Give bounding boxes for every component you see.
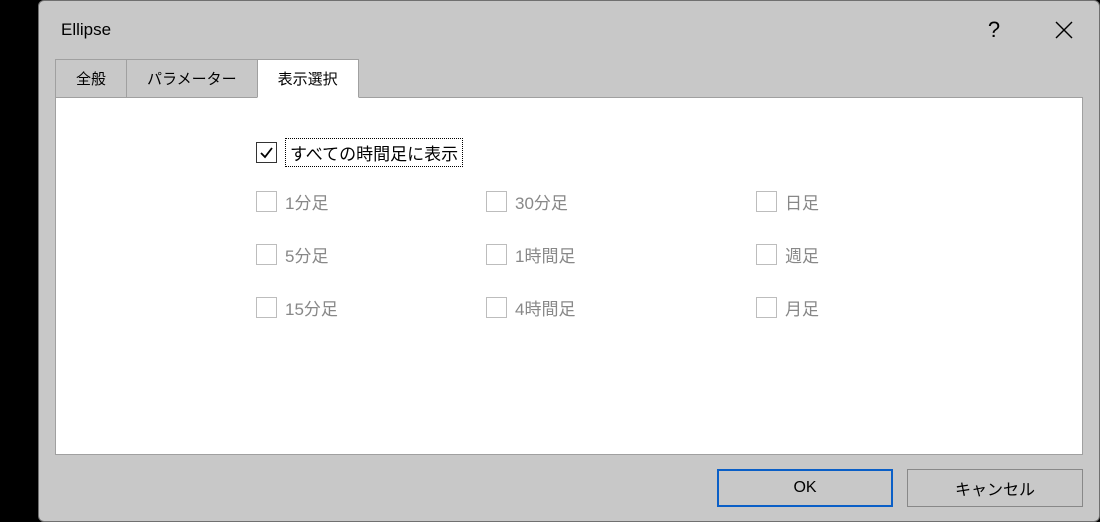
timeframe-checkbox-m5[interactable]: [256, 244, 277, 265]
timeframe-label: 15分足: [285, 295, 338, 320]
dialog-title: Ellipse: [61, 20, 959, 40]
tab-label: 表示選択: [278, 71, 338, 88]
timeframe-grid: 1分足 30分足 日足 5分足 1時間足 週足: [256, 189, 1062, 320]
timeframe-label: 5分足: [285, 242, 328, 267]
timeframe-item-mn: 月足: [756, 295, 926, 320]
titlebar: Ellipse ?: [39, 1, 1099, 59]
cancel-button[interactable]: キャンセル: [907, 469, 1083, 507]
timeframe-label: 日足: [785, 189, 819, 214]
close-icon: [1055, 21, 1073, 39]
timeframe-label: 30分足: [515, 189, 568, 214]
tab-label: パラメーター: [147, 71, 237, 88]
timeframe-item-h1: 1時間足: [486, 242, 756, 267]
timeframe-checkbox-m1[interactable]: [256, 191, 277, 212]
close-button[interactable]: [1029, 1, 1099, 59]
show-all-timeframes-row: すべての時間足に表示: [256, 138, 1062, 167]
timeframe-item-h4: 4時間足: [486, 295, 756, 320]
timeframe-label: 月足: [785, 295, 819, 320]
ok-button[interactable]: OK: [717, 469, 893, 507]
timeframe-item-w1: 週足: [756, 242, 926, 267]
show-all-timeframes-checkbox[interactable]: [256, 142, 277, 163]
tab-bar: 全般 パラメーター 表示選択: [39, 59, 1099, 97]
timeframe-checkbox-m15[interactable]: [256, 297, 277, 318]
dialog-window: Ellipse ? 全般 パラメーター 表示選択 すべての時間足に表示 1分足: [38, 0, 1100, 522]
timeframe-checkbox-h4[interactable]: [486, 297, 507, 318]
timeframe-item-m15: 15分足: [256, 295, 486, 320]
timeframe-checkbox-m30[interactable]: [486, 191, 507, 212]
timeframe-label: 4時間足: [515, 295, 575, 320]
timeframe-item-m1: 1分足: [256, 189, 486, 214]
help-button[interactable]: ?: [959, 1, 1029, 59]
timeframe-checkbox-w1[interactable]: [756, 244, 777, 265]
tab-general[interactable]: 全般: [55, 59, 127, 97]
tab-display[interactable]: 表示選択: [257, 59, 359, 98]
timeframe-item-m30: 30分足: [486, 189, 756, 214]
tab-content: すべての時間足に表示 1分足 30分足 日足 5分足 1時間足: [55, 97, 1083, 455]
timeframe-label: 1時間足: [515, 242, 575, 267]
tab-label: 全般: [76, 71, 106, 88]
show-all-timeframes-label: すべての時間足に表示: [285, 138, 463, 167]
timeframe-item-d1: 日足: [756, 189, 926, 214]
timeframe-checkbox-h1[interactable]: [486, 244, 507, 265]
button-label: キャンセル: [955, 476, 1035, 500]
button-label: OK: [793, 479, 816, 497]
timeframe-item-m5: 5分足: [256, 242, 486, 267]
button-row: OK キャンセル: [39, 455, 1099, 521]
timeframe-checkbox-d1[interactable]: [756, 191, 777, 212]
checkmark-icon: [259, 145, 274, 160]
timeframe-label: 1分足: [285, 189, 328, 214]
tab-parameters[interactable]: パラメーター: [126, 59, 258, 97]
timeframe-checkbox-mn[interactable]: [756, 297, 777, 318]
timeframe-label: 週足: [785, 242, 819, 267]
